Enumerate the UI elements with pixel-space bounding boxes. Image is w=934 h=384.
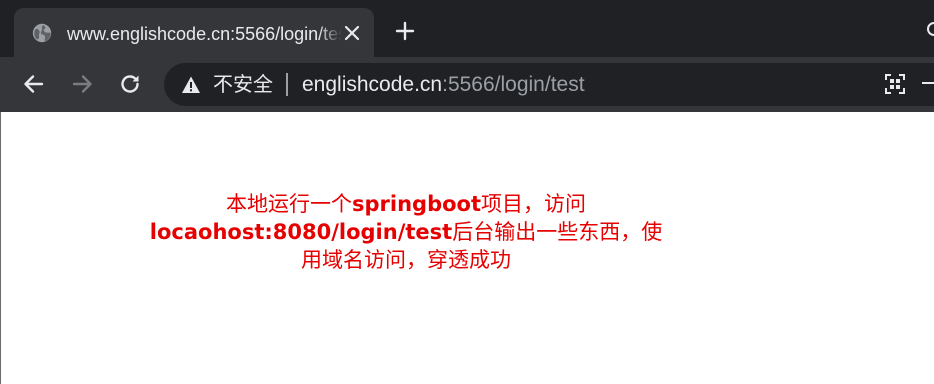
back-button[interactable] [21,71,47,97]
page-message: 本地运行一个springboot项目，访问 locaohost:8080/log… [121,190,691,274]
tab-title: www.englishcode.cn:5566/login/test [67,22,342,46]
forward-button[interactable] [69,71,95,97]
close-icon[interactable] [341,22,363,44]
qr-code-icon[interactable] [884,73,906,95]
message-line-1-suffix: 项目，访问 [481,192,586,216]
omnibox-divider [286,73,288,96]
message-url: locaohost:8080/login/test [149,220,453,244]
message-springboot: springboot [352,192,481,216]
message-line-1: 本地运行一个springboot项目，访问 [121,190,691,218]
globe-icon [32,23,52,43]
menu-icon[interactable] [922,82,934,84]
page-content: 本地运行一个springboot项目，访问 locaohost:8080/log… [0,112,934,384]
browser-toolbar: 不安全 englishcode.cn:5566/login/test [0,57,934,112]
tab-active[interactable]: www.englishcode.cn:5566/login/test [14,8,374,57]
url-host: englishcode.cn [302,73,443,96]
message-line-1-prefix: 本地运行一个 [226,192,352,216]
plus-icon[interactable] [394,20,416,42]
tab-strip: www.englishcode.cn:5566/login/test [0,0,934,57]
security-label[interactable]: 不安全 [213,72,273,98]
message-line-2: locaohost:8080/login/test后台输出一些东西，使 [121,218,691,246]
url-text[interactable]: englishcode.cn:5566/login/test [302,71,585,99]
warning-triangle-icon[interactable] [181,75,201,95]
address-bar[interactable]: 不安全 englishcode.cn:5566/login/test [164,63,934,106]
reload-button[interactable] [117,71,143,97]
url-path: :5566/login/test [442,73,585,96]
message-line-3: 用域名访问，穿透成功 [301,248,511,272]
message-line-2-suffix: 后台输出一些东西，使 [452,220,663,244]
profile-icon[interactable] [927,22,934,36]
